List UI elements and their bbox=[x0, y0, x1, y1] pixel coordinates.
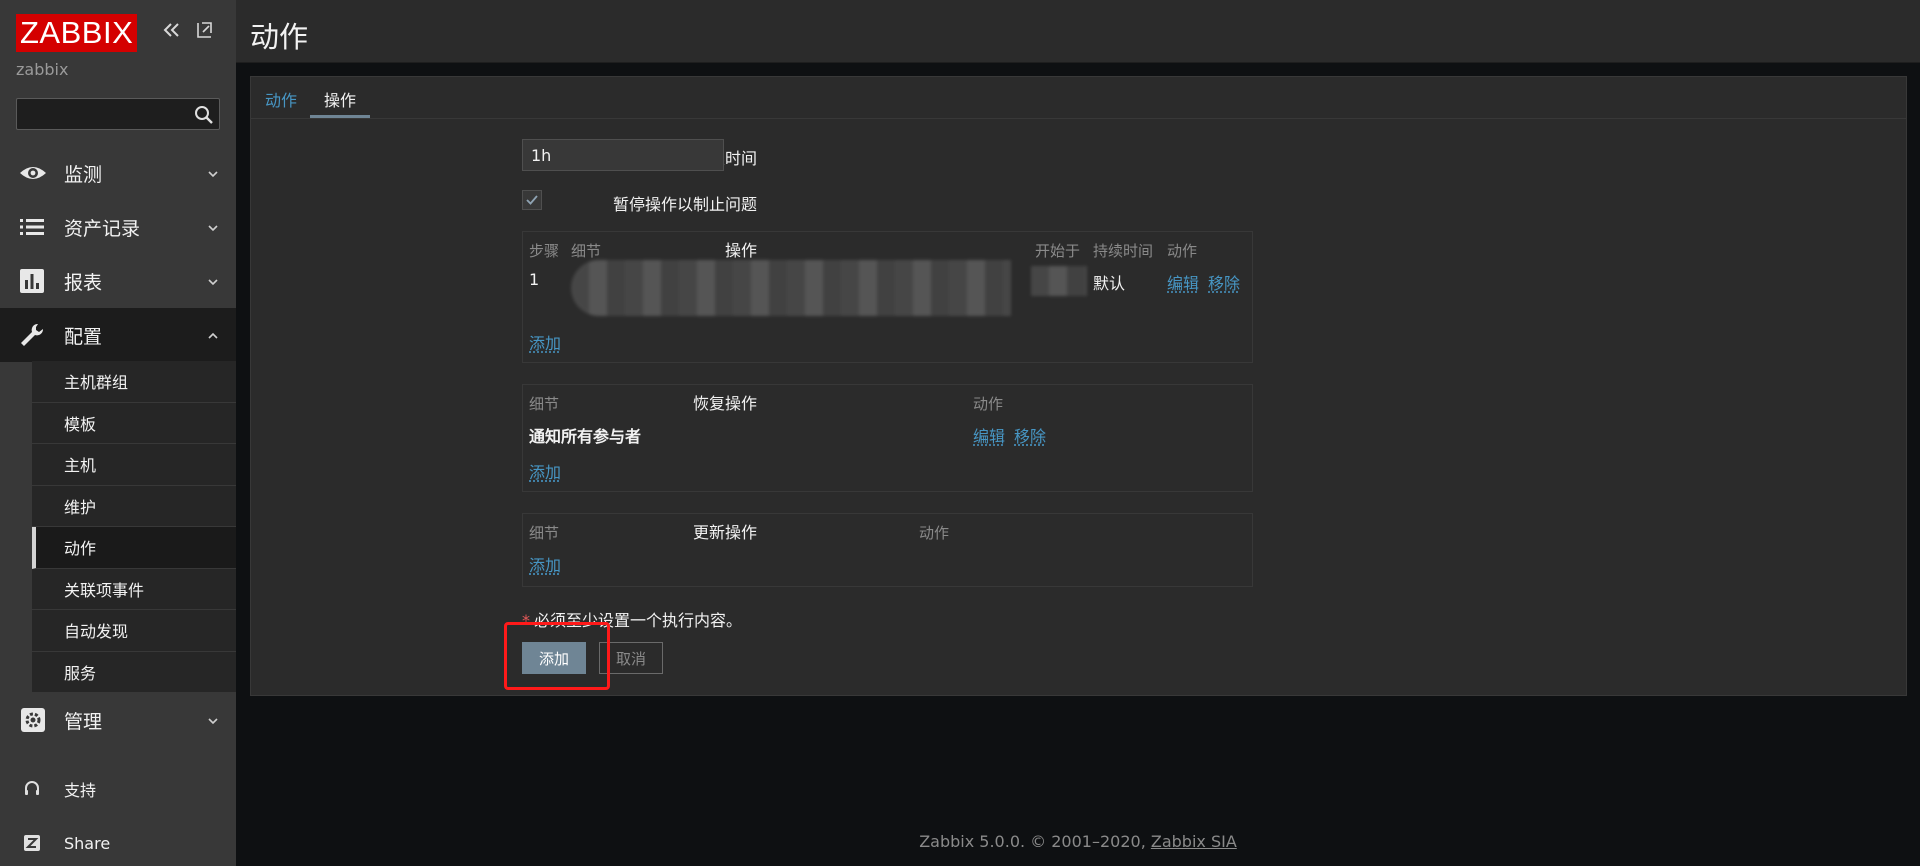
collapse-sidebar-icon[interactable] bbox=[160, 18, 184, 42]
bar-chart-icon bbox=[18, 268, 46, 294]
action-form-panel: 动作 操作 *默认操作步骤持续时间 暂停操作以制止问题 操作 步骤 细节 开始于… bbox=[250, 76, 1907, 696]
pause-label: 暂停操作以制止问题 bbox=[612, 195, 757, 214]
page-title: 动作 bbox=[250, 20, 309, 54]
wrench-icon bbox=[18, 322, 46, 348]
operations-table: 步骤 细节 开始于 持续时间 动作 1 默认 编辑 移除 添加 bbox=[522, 231, 1253, 363]
eye-icon bbox=[18, 160, 46, 186]
checkmark-icon bbox=[526, 195, 538, 205]
menu-label: 管理 bbox=[64, 710, 103, 733]
cancel-button[interactable]: 取消 bbox=[599, 642, 663, 674]
col-start-in: 开始于 bbox=[1035, 242, 1081, 260]
menu-monitoring[interactable]: 监测 bbox=[0, 146, 236, 200]
recovery-operations-table: 细节 动作 通知所有参与者 编辑 移除 添加 bbox=[522, 384, 1253, 492]
share-link[interactable]: Share bbox=[0, 823, 236, 863]
redacted-details bbox=[571, 260, 1011, 316]
menu-administration[interactable]: 管理 bbox=[0, 693, 236, 747]
col-details: 细节 bbox=[529, 524, 560, 542]
search-input[interactable] bbox=[17, 99, 187, 129]
menu-reports[interactable]: 报表 bbox=[0, 254, 236, 308]
headset-icon bbox=[22, 779, 42, 799]
share-label: Share bbox=[64, 833, 111, 853]
list-icon bbox=[18, 214, 46, 240]
col-action: 动作 bbox=[973, 395, 1004, 413]
submenu-item-host-groups[interactable]: 主机群组 bbox=[32, 361, 236, 403]
footer: Zabbix 5.0.0. © 2001–2020, Zabbix SIA bbox=[236, 832, 1920, 851]
chevron-down-icon bbox=[206, 220, 220, 234]
col-duration: 持续时间 bbox=[1093, 242, 1154, 260]
logo-row: ZABBIX bbox=[16, 14, 138, 52]
zabbix-logo[interactable]: ZABBIX bbox=[16, 14, 138, 52]
menu-configuration[interactable]: 配置 bbox=[0, 308, 236, 362]
recovery-add-link[interactable]: 添加 bbox=[529, 459, 561, 483]
autohide-sidebar-icon[interactable] bbox=[192, 18, 216, 42]
search-icon[interactable] bbox=[193, 104, 215, 126]
col-details: 细节 bbox=[571, 242, 602, 260]
operation-remove-link[interactable]: 移除 bbox=[1208, 270, 1240, 294]
support-link[interactable]: 支持 bbox=[0, 769, 236, 809]
chevron-down-icon bbox=[206, 166, 220, 180]
operation-duration: 默认 bbox=[1093, 274, 1126, 293]
operation-step: 1 bbox=[529, 270, 540, 289]
recovery-edit-link[interactable]: 编辑 bbox=[973, 423, 1005, 447]
recovery-remove-link[interactable]: 移除 bbox=[1014, 423, 1046, 447]
menu-label: 资产记录 bbox=[64, 217, 141, 240]
required-note: * 必须至少设置一个执行内容。 bbox=[522, 611, 743, 630]
col-action: 动作 bbox=[919, 524, 950, 542]
col-details: 细节 bbox=[529, 395, 560, 413]
menu-inventory[interactable]: 资产记录 bbox=[0, 200, 236, 254]
menu-label: 报表 bbox=[64, 271, 103, 294]
col-action: 动作 bbox=[1167, 242, 1198, 260]
chevron-down-icon bbox=[206, 274, 220, 288]
submenu-item-event-correlation[interactable]: 关联项事件 bbox=[32, 569, 236, 610]
submenu-item-services[interactable]: 服务 bbox=[32, 652, 236, 693]
chevron-up-icon bbox=[206, 328, 220, 342]
tab-active-indicator bbox=[310, 115, 370, 118]
default-duration-input[interactable] bbox=[522, 139, 724, 171]
sidebar: ZABBIX zabbix 监测 资产记录 报表 配置 主机群组 模板 主机 维… bbox=[0, 0, 236, 866]
col-step: 步骤 bbox=[529, 242, 560, 260]
search-box bbox=[16, 98, 220, 130]
config-submenu: 主机群组 模板 主机 维护 动作 关联项事件 自动发现 服务 bbox=[32, 361, 236, 693]
update-add-link[interactable]: 添加 bbox=[529, 552, 561, 576]
add-button[interactable]: 添加 bbox=[522, 642, 586, 674]
menu-label: 监测 bbox=[64, 163, 103, 186]
tab-bar: 动作 操作 bbox=[251, 77, 1906, 119]
footer-text: Zabbix 5.0.0. © 2001–2020, bbox=[919, 832, 1146, 851]
tab-operations[interactable]: 操作 bbox=[324, 87, 356, 111]
recovery-details: 通知所有参与者 bbox=[529, 427, 642, 446]
update-operations-table: 细节 动作 添加 bbox=[522, 513, 1253, 587]
submenu-item-discovery[interactable]: 自动发现 bbox=[32, 610, 236, 652]
submenu-item-templates[interactable]: 模板 bbox=[32, 403, 236, 444]
gear-icon bbox=[18, 707, 46, 733]
header-bar bbox=[236, 0, 1920, 63]
share-z-icon bbox=[22, 833, 42, 853]
operation-edit-link[interactable]: 编辑 bbox=[1167, 270, 1199, 294]
server-name: zabbix bbox=[16, 60, 69, 79]
submenu-item-hosts[interactable]: 主机 bbox=[32, 444, 236, 486]
tab-action[interactable]: 动作 bbox=[265, 87, 297, 111]
chevron-down-icon bbox=[206, 713, 220, 727]
menu-label: 配置 bbox=[64, 325, 103, 348]
footer-link[interactable]: Zabbix SIA bbox=[1151, 832, 1237, 851]
pause-checkbox[interactable] bbox=[522, 190, 542, 210]
support-label: 支持 bbox=[64, 781, 97, 800]
submenu-item-maintenance[interactable]: 维护 bbox=[32, 486, 236, 527]
redacted-start bbox=[1031, 266, 1087, 296]
operation-add-link[interactable]: 添加 bbox=[529, 330, 561, 354]
submenu-item-actions[interactable]: 动作 bbox=[32, 527, 236, 569]
